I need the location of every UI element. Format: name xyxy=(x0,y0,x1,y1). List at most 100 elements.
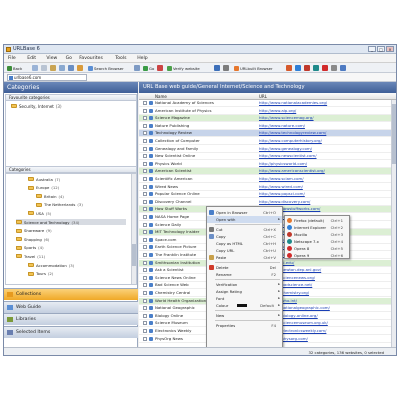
row-checkbox[interactable] xyxy=(143,237,147,242)
back-button[interactable]: Back xyxy=(7,64,22,72)
tree-item[interactable]: Shareware (9) xyxy=(16,228,126,234)
row-checkbox[interactable] xyxy=(143,199,147,204)
row-checkbox[interactable] xyxy=(143,329,147,333)
table-row[interactable]: Science Magazine http://www.sciencemag.or… xyxy=(139,115,396,123)
open-with-item[interactable]: Mozilla Ctrl+3 xyxy=(285,231,349,238)
menu-item-file[interactable]: File xyxy=(8,55,16,62)
urlbuilt-browser-button[interactable]: URLbuilt Browser xyxy=(234,64,273,72)
column-url[interactable]: URL xyxy=(259,93,267,100)
tree-item[interactable]: The Netherlands (3) xyxy=(36,202,126,208)
table-row[interactable]: American Scientist http://www.americansci… xyxy=(139,168,396,176)
context-menu-item[interactable]: Font ▸ xyxy=(207,295,282,302)
table-row[interactable]: Wired News http://www.wired.com/ xyxy=(139,184,396,191)
print-icon[interactable] xyxy=(68,65,74,71)
tree-item[interactable]: Travel (11) xyxy=(16,253,126,259)
context-menu-item[interactable]: Copy Ctrl+C xyxy=(207,233,282,240)
row-url[interactable]: http://www.computerhistory.org/ xyxy=(259,138,322,145)
row-checkbox[interactable] xyxy=(143,230,147,235)
title-bar[interactable]: URLBase 6 _ □ × xyxy=(4,45,396,54)
row-url[interactable]: http://www.aip.org/ xyxy=(259,108,296,115)
tree-item[interactable]: Accommodation (3) xyxy=(28,262,126,268)
row-checkbox[interactable] xyxy=(143,306,147,311)
row-url[interactable]: http://physicsworld.com/ xyxy=(259,161,307,168)
tree-item[interactable]: USA (5) xyxy=(28,210,126,216)
table-row[interactable]: American Institute of Physics http://www.… xyxy=(139,108,396,115)
nav-libraries[interactable]: Libraries xyxy=(4,313,138,325)
mark-icon[interactable] xyxy=(157,65,163,71)
netscape-icon[interactable] xyxy=(313,65,319,71)
tree-scrollbar[interactable] xyxy=(131,174,136,284)
row-checkbox[interactable] xyxy=(143,321,147,326)
row-checkbox[interactable] xyxy=(143,154,147,159)
row-checkbox[interactable] xyxy=(143,131,147,136)
list-scrollbar[interactable] xyxy=(391,100,396,347)
row-checkbox[interactable] xyxy=(143,192,147,197)
row-checkbox[interactable] xyxy=(143,275,147,280)
menu-item-go[interactable]: Go xyxy=(66,55,72,62)
favourite-item[interactable]: Security, Internet (3) xyxy=(11,103,62,109)
table-row[interactable]: Genealogy and Family http://www.genealogy… xyxy=(139,146,396,153)
menu-item-favourites[interactable]: Favourites xyxy=(79,55,103,62)
ie-icon[interactable] xyxy=(295,65,301,71)
refresh-icon[interactable] xyxy=(59,65,65,71)
home-icon[interactable] xyxy=(50,65,56,71)
firefox-icon[interactable] xyxy=(286,65,292,71)
table-row[interactable]: Nature Publishing http://www.nature.com/ xyxy=(139,123,396,130)
menu-item-view[interactable]: View xyxy=(46,55,57,62)
context-menu-item[interactable]: Verification ▸ xyxy=(207,281,282,288)
row-checkbox[interactable] xyxy=(143,161,147,166)
row-checkbox[interactable] xyxy=(143,313,147,318)
context-menu-item[interactable]: Cut Ctrl+X xyxy=(207,226,282,233)
row-url[interactable]: http://www.discovery.com/ xyxy=(259,199,310,206)
row-url[interactable]: http://www.sciencemag.org/ xyxy=(259,115,314,122)
open-with-item[interactable]: Netscape 7.x Ctrl+4 xyxy=(285,238,349,245)
nav-collections[interactable]: Collections xyxy=(4,288,138,300)
context-menu-item[interactable]: Open with ▸ xyxy=(207,216,282,223)
verify-website-button[interactable]: Verify website xyxy=(167,64,200,72)
open-with-item[interactable]: Opera 9 Ctrl+6 xyxy=(285,252,349,259)
search-browser-button[interactable]: Search Browser xyxy=(88,64,124,72)
row-checkbox[interactable] xyxy=(143,139,147,143)
table-row[interactable]: Discovery Channel http://www.discovery.co… xyxy=(139,199,396,206)
context-menu-item[interactable]: Assign Rating ▸ xyxy=(207,288,282,295)
forward-arrow-icon[interactable] xyxy=(32,65,38,71)
row-checkbox[interactable] xyxy=(143,184,147,189)
table-row[interactable]: Scientific American http://www.sciam.com/ xyxy=(139,176,396,184)
help-icon[interactable] xyxy=(340,65,346,71)
address-input[interactable]: urlbase6.com xyxy=(7,74,87,81)
row-url[interactable]: http://www.americanscientist.org/ xyxy=(259,168,325,175)
settings-icon[interactable] xyxy=(223,65,229,71)
tree-item[interactable]: Britain (4) xyxy=(36,193,126,199)
mozilla-icon[interactable] xyxy=(304,65,310,71)
row-url[interactable]: http://www.genealogy.com/ xyxy=(259,146,312,153)
row-checkbox[interactable] xyxy=(143,169,147,174)
row-checkbox[interactable] xyxy=(143,336,147,341)
row-checkbox[interactable] xyxy=(143,291,147,295)
row-checkbox[interactable] xyxy=(143,260,147,265)
tree-item[interactable]: Science and Technology (34) xyxy=(16,219,126,225)
row-checkbox[interactable] xyxy=(143,123,147,128)
table-row[interactable]: National Academy of Sciences http://www.n… xyxy=(139,100,396,108)
row-checkbox[interactable] xyxy=(143,245,147,250)
context-menu-item[interactable]: New ▸ xyxy=(207,312,282,319)
row-checkbox[interactable] xyxy=(143,222,147,227)
row-url[interactable]: http://www.popsci.com/ xyxy=(259,191,305,198)
menu-item-edit[interactable]: Edit xyxy=(27,55,36,62)
table-row[interactable]: Popular Science Online http://www.popsci.… xyxy=(139,191,396,199)
row-checkbox[interactable] xyxy=(143,101,147,105)
stop-icon[interactable] xyxy=(41,65,47,71)
row-url[interactable]: http://www.technologyreview.com/ xyxy=(259,130,326,137)
menu-item-help[interactable]: Help xyxy=(137,55,147,62)
folder-icon[interactable] xyxy=(77,65,83,71)
close-button[interactable]: × xyxy=(386,46,394,52)
context-menu-item[interactable]: Properties F4 xyxy=(207,322,282,329)
tools-icon[interactable] xyxy=(331,65,337,71)
tree-item[interactable]: Europe (12) xyxy=(28,185,126,191)
row-url[interactable]: http://www.newscientist.com/ xyxy=(259,153,317,160)
context-menu-item[interactable]: Copy URL Ctrl+U xyxy=(207,247,282,254)
row-checkbox[interactable] xyxy=(143,116,147,121)
row-checkbox[interactable] xyxy=(143,215,147,219)
minimize-button[interactable]: _ xyxy=(368,46,376,52)
open-with-item[interactable]: Internet Explorer Ctrl+2 xyxy=(285,224,349,231)
row-url[interactable]: http://www.wired.com/ xyxy=(259,184,303,191)
